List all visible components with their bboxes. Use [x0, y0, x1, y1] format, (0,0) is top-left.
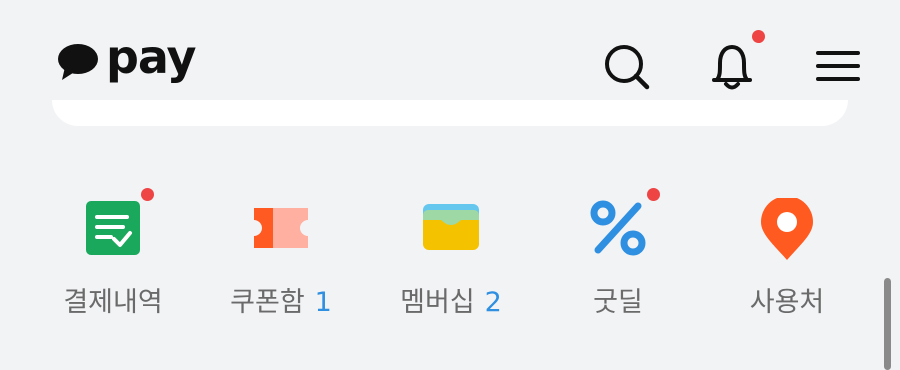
- notification-dot: [752, 30, 765, 43]
- location-pin-icon: [761, 198, 813, 260]
- quick-menu-label: 결제내역: [63, 287, 163, 318]
- bell-icon: [712, 45, 752, 90]
- card-bottom-edge: [52, 100, 848, 126]
- quick-menu-coupon[interactable]: 쿠폰함 1: [196, 190, 366, 320]
- quick-menu-label: 멤버십 2: [400, 287, 502, 318]
- quick-menu-good-deal[interactable]: 굿딜: [533, 188, 703, 320]
- quick-menu-payment-history[interactable]: 결제내역: [28, 188, 198, 320]
- wallet-icon: [423, 204, 479, 250]
- coupon-count: 1: [314, 287, 332, 318]
- logo-text: pay: [106, 30, 197, 84]
- quick-menu-places[interactable]: 사용처: [702, 190, 872, 320]
- speech-bubble-icon: [58, 44, 98, 80]
- membership-count: 2: [484, 287, 502, 318]
- quick-menu-label: 사용처: [749, 287, 825, 318]
- good-deal-dot: [647, 188, 660, 201]
- search-button[interactable]: [598, 38, 654, 94]
- percent-icon: [590, 200, 646, 256]
- search-icon: [605, 45, 650, 90]
- kakaopay-logo[interactable]: pay: [56, 34, 197, 84]
- notification-button[interactable]: [704, 30, 765, 94]
- quick-menu-label: 굿딜: [593, 287, 643, 318]
- quick-menu: 결제내역 쿠폰함 1 멤버십 2 굿딜 사용처: [0, 188, 900, 330]
- menu-button[interactable]: [810, 38, 866, 94]
- quick-menu-membership[interactable]: 멤버십 2: [366, 190, 536, 320]
- scrollbar[interactable]: [884, 278, 891, 370]
- payment-history-icon: [86, 201, 140, 255]
- quick-menu-label: 쿠폰함 1: [230, 287, 332, 318]
- payment-history-dot: [141, 188, 154, 201]
- coupon-icon: [254, 208, 308, 248]
- hamburger-menu-icon: [816, 51, 860, 81]
